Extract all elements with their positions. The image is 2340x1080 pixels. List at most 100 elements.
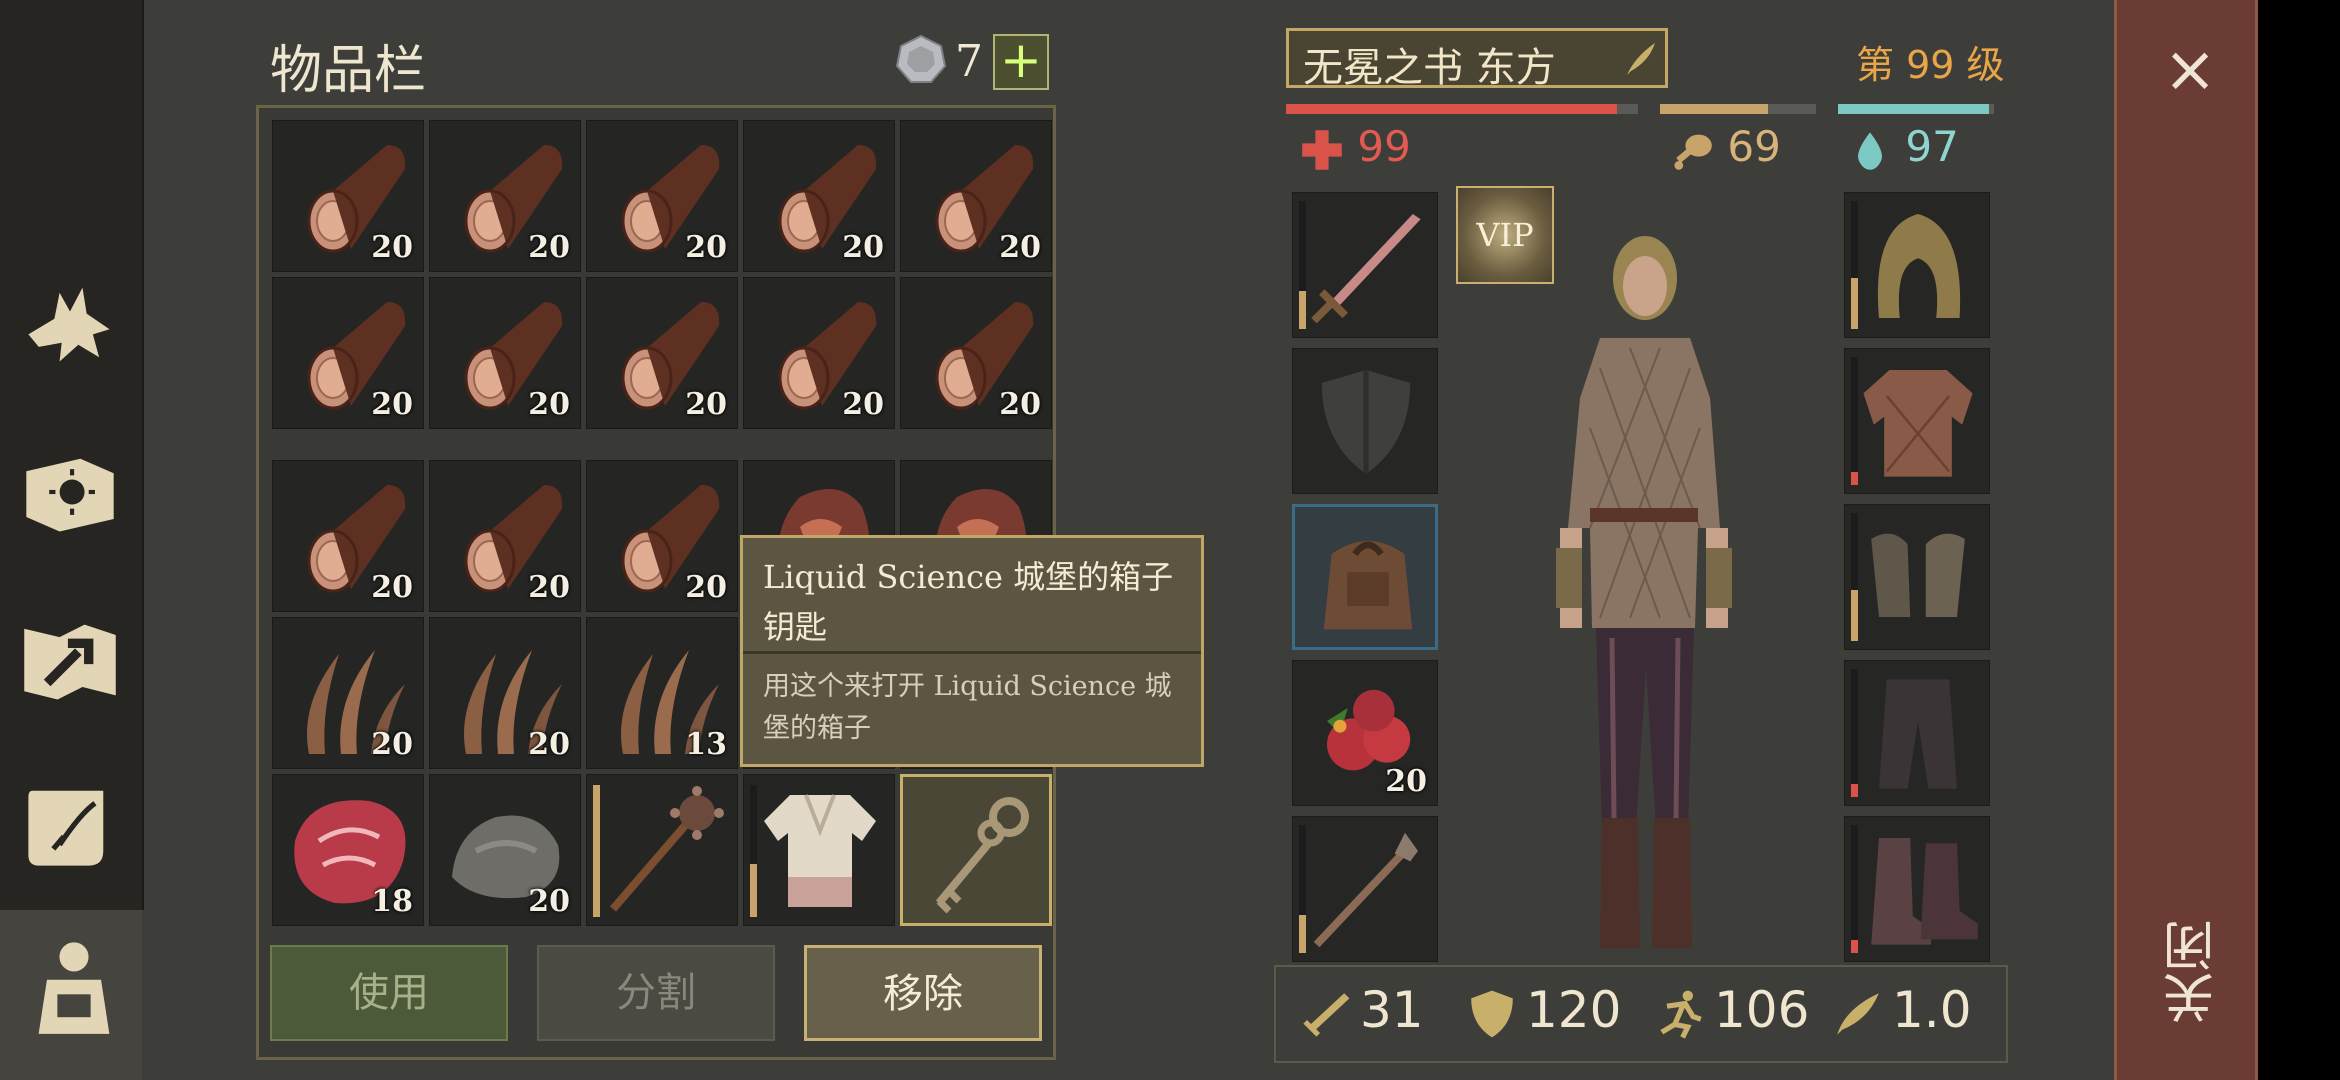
sun-book-icon[interactable] bbox=[14, 436, 126, 548]
character-model bbox=[1520, 228, 1770, 958]
trousers-icon bbox=[1879, 679, 1957, 789]
hood-icon bbox=[1877, 214, 1961, 318]
character-level: 第 99 级 bbox=[1856, 43, 2005, 87]
inventory-title: 物品栏 bbox=[270, 41, 427, 101]
inventory-slot[interactable]: 20 bbox=[900, 277, 1052, 429]
inventory-slot[interactable]: 20 bbox=[586, 460, 738, 612]
tool-slot[interactable] bbox=[1292, 816, 1438, 962]
item-quantity: 20 bbox=[528, 884, 570, 919]
speed-value: 106 bbox=[1714, 981, 1810, 1039]
speed-icon bbox=[1660, 990, 1702, 1039]
inventory-slot[interactable]: 20 bbox=[272, 277, 424, 429]
close-icon[interactable]: × bbox=[2160, 38, 2220, 102]
inventory-slot[interactable]: 20 bbox=[586, 277, 738, 429]
item-tooltip: Liquid Science 城堡的箱子钥匙 用这个来打开 Liquid Sci… bbox=[740, 535, 1204, 767]
feet-slot[interactable] bbox=[1844, 816, 1990, 962]
item-quantity: 20 bbox=[528, 727, 570, 762]
coin-icon bbox=[895, 34, 947, 86]
key-icon bbox=[935, 797, 1029, 914]
inventory-slot[interactable]: 20 bbox=[272, 120, 424, 272]
inventory-slot[interactable]: 20 bbox=[429, 120, 581, 272]
coin-count: 7 bbox=[955, 36, 983, 87]
inventory-slot[interactable] bbox=[586, 774, 738, 926]
inventory-slot[interactable]: 20 bbox=[272, 460, 424, 612]
item-quantity: 20 bbox=[371, 727, 413, 762]
inventory-slot[interactable]: 13 bbox=[586, 617, 738, 769]
food-bar-fill bbox=[1660, 104, 1768, 114]
item-quantity: 20 bbox=[685, 230, 727, 265]
berries-quantity: 20 bbox=[1385, 764, 1427, 799]
shield-placeholder-icon bbox=[1321, 370, 1411, 474]
inventory-slot[interactable]: 20 bbox=[429, 617, 581, 769]
weapon-slot[interactable] bbox=[1292, 192, 1438, 338]
item-quantity: 20 bbox=[371, 230, 413, 265]
armor-value: 120 bbox=[1526, 981, 1622, 1039]
item-quantity: 13 bbox=[685, 727, 727, 762]
side-nav bbox=[0, 0, 144, 910]
health-bar bbox=[1286, 104, 1638, 114]
head-slot[interactable] bbox=[1844, 192, 1990, 338]
item-quantity: 20 bbox=[528, 230, 570, 265]
close-panel[interactable] bbox=[2114, 0, 2258, 1080]
split-button[interactable]: 分割 bbox=[537, 945, 775, 1041]
water-value: 97 bbox=[1905, 122, 1959, 171]
weight-stat: 1.0 bbox=[1832, 981, 1972, 1045]
inventory-slot[interactable] bbox=[900, 774, 1052, 926]
legs-slot[interactable] bbox=[1844, 660, 1990, 806]
item-quantity: 20 bbox=[685, 570, 727, 605]
item-quantity: 20 bbox=[999, 230, 1041, 265]
shield-slot[interactable] bbox=[1292, 348, 1438, 494]
inventory-slot[interactable]: 20 bbox=[743, 277, 895, 429]
currency-display: 7 + bbox=[895, 34, 1055, 90]
crafting-map-icon[interactable] bbox=[14, 604, 126, 716]
backpack-slot[interactable] bbox=[1292, 504, 1438, 650]
attack-value: 31 bbox=[1360, 981, 1424, 1039]
water-bar bbox=[1838, 104, 1994, 114]
gambeson-icon bbox=[1863, 370, 1973, 477]
shirt-icon bbox=[764, 794, 876, 907]
inventory-slot[interactable]: 20 bbox=[586, 120, 738, 272]
item-quantity: 20 bbox=[371, 570, 413, 605]
character-name-box[interactable]: 无冕之书 东方 bbox=[1286, 28, 1668, 91]
edit-quill-icon[interactable] bbox=[1621, 39, 1661, 79]
hands-slot[interactable] bbox=[1844, 504, 1990, 650]
sword-icon bbox=[1311, 214, 1421, 324]
health-stat: 99 bbox=[1300, 122, 1411, 172]
armor-icon bbox=[1471, 990, 1513, 1037]
inventory-slot[interactable]: 18 bbox=[272, 774, 424, 926]
inventory-slot[interactable]: 20 bbox=[743, 120, 895, 272]
tooltip-title: Liquid Science 城堡的箱子钥匙 bbox=[763, 558, 1174, 646]
inventory-slot[interactable] bbox=[743, 774, 895, 926]
health-cross-icon bbox=[1302, 129, 1342, 170]
inventory-slot[interactable]: 20 bbox=[429, 460, 581, 612]
water-stat: 97 bbox=[1848, 122, 1959, 172]
close-label[interactable]: 关闭 bbox=[2164, 920, 2224, 1024]
remove-button[interactable]: 移除 bbox=[804, 945, 1042, 1041]
tooltip-divider bbox=[743, 651, 1201, 654]
character-name: 无冕之书 东方 bbox=[1303, 45, 1556, 91]
inventory-slot[interactable]: 20 bbox=[429, 774, 581, 926]
inventory-slot[interactable]: 20 bbox=[272, 617, 424, 769]
item-quantity: 20 bbox=[685, 387, 727, 422]
boots-icon bbox=[1871, 838, 1978, 945]
item-quantity: 20 bbox=[999, 387, 1041, 422]
food-slot[interactable]: 20 bbox=[1292, 660, 1438, 806]
weight-value: 1.0 bbox=[1892, 981, 1972, 1039]
chest-slot[interactable] bbox=[1844, 348, 1990, 494]
inventory-tab[interactable] bbox=[0, 910, 142, 1080]
armor-stat: 120 bbox=[1466, 981, 1621, 1045]
health-bar-fill bbox=[1286, 104, 1617, 114]
backpack-character-icon bbox=[18, 930, 130, 1042]
add-coins-button[interactable]: + bbox=[993, 34, 1049, 90]
food-bar bbox=[1660, 104, 1816, 114]
item-quantity: 20 bbox=[528, 387, 570, 422]
speed-stat: 106 bbox=[1654, 981, 1809, 1045]
inventory-slot[interactable]: 20 bbox=[429, 277, 581, 429]
inventory-slot[interactable]: 20 bbox=[900, 120, 1052, 272]
quest-scroll-icon[interactable] bbox=[14, 768, 126, 880]
tooltip-description: 用这个来打开 Liquid Science 城堡的箱子 bbox=[763, 671, 1172, 744]
use-button[interactable]: 使用 bbox=[270, 945, 508, 1041]
water-drop-icon bbox=[1858, 131, 1882, 170]
health-value: 99 bbox=[1357, 122, 1411, 171]
wolf-icon[interactable] bbox=[14, 268, 126, 380]
